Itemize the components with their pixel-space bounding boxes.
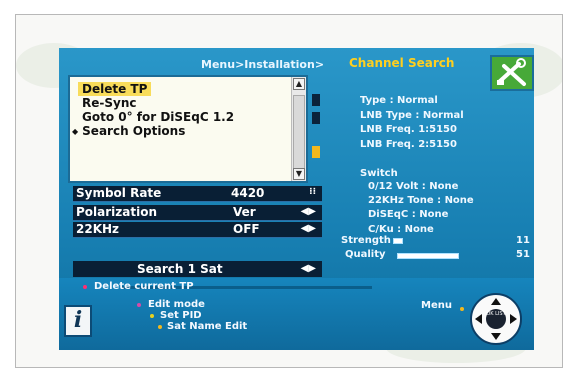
keypad-icon: ⁝⁝ bbox=[309, 187, 316, 197]
menu-item-goto-zero-diseqc[interactable]: Goto 0° for DiSEqC 1.2 bbox=[82, 110, 234, 125]
side-tab-marker bbox=[312, 112, 320, 124]
bullet-dot bbox=[137, 303, 141, 307]
menu-item-search-options[interactable]: ◆ Search Options bbox=[72, 124, 185, 139]
strength-bar bbox=[393, 238, 403, 244]
options-menu: Delete TP Re-Sync Goto 0° for DiSEqC 1.2… bbox=[68, 75, 308, 183]
menu-item-re-sync[interactable]: Re-Sync bbox=[82, 96, 136, 111]
tools-icon bbox=[490, 55, 534, 91]
left-right-arrows-icon: ◀▶ bbox=[300, 223, 316, 234]
info-lnb-type: LNB Type : Normal bbox=[360, 110, 464, 121]
bullet-dot bbox=[460, 307, 464, 311]
info-volt: 0/12 Volt : None bbox=[368, 181, 459, 192]
side-tab-marker bbox=[312, 94, 320, 106]
info-diseqc: DiSEqC : None bbox=[368, 209, 449, 220]
bullet-dot bbox=[150, 314, 154, 318]
setting-row-22khz[interactable]: 22KHz OFF ◀▶ bbox=[73, 222, 322, 238]
scroll-down-icon[interactable]: ▼ bbox=[293, 168, 305, 180]
menu-button-label: Menu bbox=[421, 300, 452, 311]
ok-list-button[interactable]: OK LIST bbox=[486, 309, 506, 329]
menu-scrollbar[interactable]: ▲ ▼ bbox=[291, 77, 306, 181]
info-icon: i bbox=[64, 305, 92, 337]
arrow-right-icon bbox=[510, 314, 517, 324]
page-title: Channel Search bbox=[349, 56, 455, 70]
info-tone: 22KHz Tone : None bbox=[368, 195, 474, 206]
left-right-arrows-icon: ◀▶ bbox=[300, 206, 316, 217]
arrow-down-icon bbox=[491, 333, 501, 340]
left-right-arrows-icon: ◀▶ bbox=[300, 263, 316, 274]
side-tab-active-marker bbox=[312, 146, 320, 158]
search-1-sat-button[interactable]: Search 1 Sat ◀▶ bbox=[73, 261, 322, 277]
strength-label: Strength bbox=[341, 235, 391, 246]
help-edit-mode: Edit mode bbox=[137, 299, 205, 310]
info-lnb-freq-1: LNB Freq. 1:5150 bbox=[360, 124, 457, 135]
arrow-up-icon bbox=[491, 298, 501, 305]
arrow-left-icon bbox=[475, 314, 482, 324]
breadcrumb: Menu>Installation> bbox=[201, 58, 325, 71]
info-type: Type : Normal bbox=[360, 95, 438, 106]
switch-title: Switch bbox=[360, 168, 398, 179]
navigation-pad-icon[interactable]: OK LIST bbox=[470, 293, 522, 345]
help-sat-name-edit: Sat Name Edit bbox=[158, 321, 247, 332]
scroll-up-icon[interactable]: ▲ bbox=[293, 78, 305, 90]
info-cku: C/Ku : None bbox=[368, 224, 434, 235]
setting-row-symbol-rate[interactable]: Symbol Rate 4420 ⁝⁝ bbox=[73, 186, 322, 202]
strength-value: 11 bbox=[516, 235, 530, 246]
quality-bar bbox=[397, 253, 459, 259]
scroll-thumb[interactable] bbox=[293, 95, 305, 170]
bullet-dot bbox=[158, 325, 162, 329]
bullet-dot bbox=[83, 285, 87, 289]
help-description: Delete current TP bbox=[83, 281, 194, 292]
info-lnb-freq-2: LNB Freq. 2:5150 bbox=[360, 139, 457, 150]
header-bar: Menu>Installation> Channel Search bbox=[201, 56, 521, 74]
help-set-pid: Set PID bbox=[150, 310, 202, 321]
setting-row-polarization[interactable]: Polarization Ver ◀▶ bbox=[73, 205, 322, 221]
quality-value: 51 bbox=[516, 249, 530, 260]
bullet-icon: ◆ bbox=[72, 127, 79, 136]
menu-item-delete-tp[interactable]: Delete TP bbox=[78, 82, 152, 97]
quality-label: Quality bbox=[345, 249, 386, 260]
